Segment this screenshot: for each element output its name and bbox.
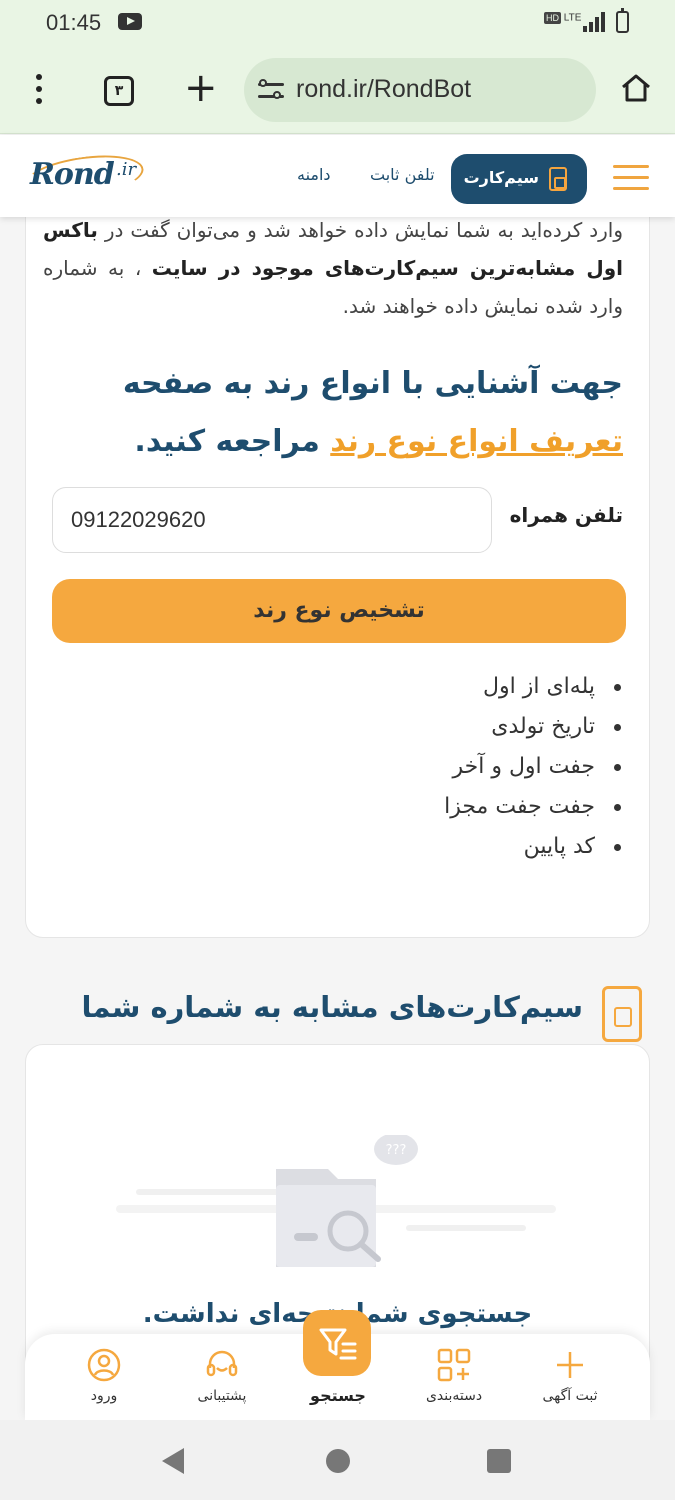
battery-icon [616,8,629,33]
user-icon [87,1348,121,1382]
browser-menu-icon[interactable] [30,74,48,106]
sim-card-icon [549,167,567,191]
nav-support[interactable]: پشتیبانی [177,1348,267,1404]
sim-card-nav-button[interactable]: سیم‌کارت [451,154,587,204]
sim-card-icon [602,986,642,1042]
nav-search-label[interactable]: جستجو [293,1386,383,1405]
phone-label: تلفن همراه [509,503,623,527]
youtube-icon [118,13,142,30]
tab-switcher-button[interactable]: ۳ [104,76,134,106]
nav-post-ad[interactable]: ثبت آگهی [525,1348,615,1404]
nav-fixed-phone-link[interactable]: تلفن ثابت [370,165,435,184]
address-bar[interactable]: rond.ir/RondBot [244,58,596,122]
bottom-navigation: ورود پشتیبانی جستجو دسته‌بندی ث [25,1310,650,1420]
list-item: تاریخ تولدی [444,707,623,747]
list-item: جفت جفت مجزا [444,787,623,827]
status-bar: 01:45 HD LTE [0,0,675,46]
network-indicator: HD LTE [544,12,582,24]
round-types-list: پله‌ای از اول تاریخ تولدی جفت اول و آخر … [444,667,623,867]
nav-login[interactable]: ورود [59,1348,149,1404]
recents-icon[interactable] [487,1449,511,1473]
filter-icon [319,1328,357,1360]
nav-domain-link[interactable]: دامنه [297,165,331,184]
similar-sims-title: سیم‌کارت‌های مشابه به شماره شما [81,990,583,1024]
new-tab-icon[interactable]: + [184,66,218,110]
system-navigation-bar [0,1420,675,1500]
phone-input[interactable]: 09122029620 [52,487,492,553]
home-icon[interactable] [620,72,652,104]
browser-toolbar: ۳ + rond.ir/RondBot [0,46,675,134]
plus-icon [557,1352,583,1378]
url-text: rond.ir/RondBot [296,75,472,103]
empty-search-folder-icon: ??? [116,1135,556,1267]
categories-icon [437,1348,471,1382]
status-time: 01:45 [46,10,102,35]
nav-categories[interactable]: دسته‌بندی [409,1348,499,1404]
signal-icon [583,12,605,32]
back-icon[interactable] [162,1448,184,1474]
rond-logo[interactable]: Rond .ir [21,148,154,206]
round-detect-card: وارد کرده‌اید به شما نمایش داده خواهد شد… [25,180,650,938]
list-item: کد پایین [444,827,623,867]
home-circle-icon[interactable] [326,1449,350,1473]
list-item: پله‌ای از اول [444,667,623,707]
site-header: Rond .ir دامنه تلفن ثابت سیم‌کارت [0,135,675,217]
round-types-definition-link[interactable]: تعریف انواع نوع رند [330,424,623,459]
list-item: جفت اول و آخر [444,747,623,787]
site-settings-icon[interactable] [258,78,284,102]
headset-icon [206,1350,238,1377]
hamburger-menu-icon[interactable] [613,165,649,191]
question-badge-text: ??? [386,1143,407,1158]
detect-round-button[interactable]: تشخیص نوع رند [52,579,626,643]
info-heading: جهت آشنایی با انواع رند به صفحه تعریف ان… [122,366,623,459]
intro-paragraph: وارد کرده‌اید به شما نمایش داده خواهد شد… [43,218,624,318]
nav-search-button[interactable] [303,1310,371,1376]
